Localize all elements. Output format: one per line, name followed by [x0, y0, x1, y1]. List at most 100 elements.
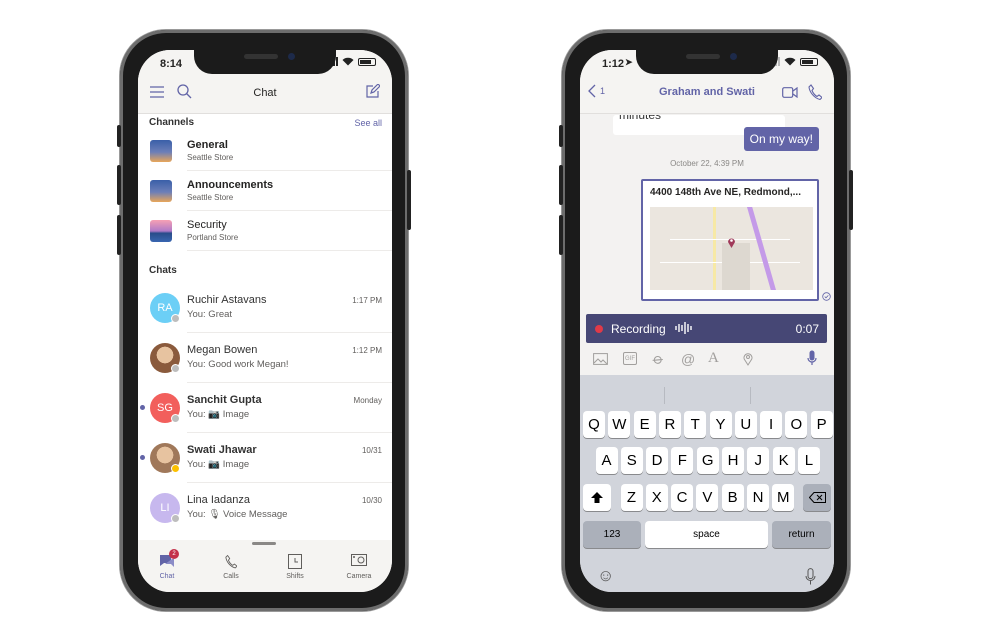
numbers-key[interactable]: 123	[583, 521, 641, 548]
key-x[interactable]: X	[645, 484, 668, 511]
page-title: Chat	[253, 87, 277, 99]
video-icon[interactable]	[782, 87, 798, 98]
key-l[interactable]: L	[797, 447, 820, 474]
waveform-icon	[675, 322, 692, 334]
delete-icon	[808, 492, 826, 503]
camera-icon	[334, 554, 384, 570]
sent-message: On my way!	[743, 127, 819, 151]
channel-item[interactable]: Security Portland Store	[138, 211, 392, 251]
location-card[interactable]: 4400 148th Ave NE, Redmond,...	[641, 179, 819, 301]
presence-indicator	[171, 464, 180, 473]
mention-icon[interactable]: @	[681, 351, 695, 367]
channel-thumbnail	[150, 140, 172, 162]
channel-item[interactable]: General Seattle Store	[138, 131, 392, 171]
tab-calls[interactable]: Calls	[206, 554, 256, 580]
status-time: 1:12	[602, 58, 625, 70]
wifi-icon	[784, 57, 796, 66]
chat-item[interactable]: LI Lina Iadanza You: 🎙 Voice Message 10/…	[138, 483, 392, 533]
chat-time: 1:17 PM	[352, 296, 382, 305]
key-q[interactable]: Q	[583, 411, 605, 438]
key-m[interactable]: M	[772, 484, 795, 511]
key-h[interactable]: H	[722, 447, 744, 474]
phone-icon[interactable]	[808, 84, 822, 100]
key-y[interactable]: Y	[709, 411, 732, 438]
presence-indicator	[171, 414, 180, 423]
conversation-header: 1 Graham and Swati	[580, 76, 834, 114]
gif-icon[interactable]: GIF	[623, 352, 637, 365]
conversation-screen: 1:12 ➤ 1 Graham and Swati minutes On my …	[580, 50, 834, 592]
key-n[interactable]: N	[747, 484, 769, 511]
chat-preview: You: Good work Megan!	[187, 359, 289, 370]
drag-handle[interactable]	[252, 542, 276, 545]
space-key[interactable]: space	[645, 521, 768, 548]
key-f[interactable]: F	[671, 447, 694, 474]
key-s[interactable]: S	[620, 447, 643, 474]
key-j[interactable]: J	[747, 447, 770, 474]
key-d[interactable]: D	[646, 447, 669, 474]
key-u[interactable]: U	[734, 411, 757, 438]
key-k[interactable]: K	[772, 447, 795, 474]
key-t[interactable]: T	[684, 411, 707, 438]
record-dot-icon	[595, 325, 603, 333]
tab-shifts[interactable]: Shifts	[270, 554, 320, 580]
shift-key[interactable]	[583, 484, 611, 511]
phone-icon	[206, 554, 256, 570]
chat-header: Chat	[138, 76, 392, 114]
key-v[interactable]: V	[696, 484, 719, 511]
mic-icon[interactable]	[807, 350, 817, 366]
key-w[interactable]: W	[608, 411, 631, 438]
emoji-icon[interactable]: ☺	[597, 566, 614, 586]
chat-item[interactable]: SG Sanchit Gupta You: 📷 Image Monday	[138, 383, 392, 433]
read-receipt-icon	[822, 292, 831, 301]
tab-label: Calls	[223, 573, 239, 580]
tab-chat[interactable]: 2 Chat	[142, 549, 192, 580]
key-e[interactable]: E	[633, 411, 656, 438]
delete-key[interactable]	[803, 484, 831, 511]
chat-name: Megan Bowen	[187, 344, 258, 356]
key-z[interactable]: Z	[620, 484, 643, 511]
chat-icon: 2	[142, 549, 192, 570]
recording-label: Recording	[611, 322, 666, 336]
chat-time: 10/31	[361, 446, 382, 455]
compose-toolbar: GIF ⌀ @ A	[580, 346, 834, 374]
chat-preview: You: 📷 Image	[187, 409, 250, 420]
key-p[interactable]: P	[810, 411, 833, 438]
message-text: minutes	[619, 115, 662, 122]
recording-bar: Recording 0:07	[586, 314, 827, 343]
chat-item[interactable]: Swati Jhawar You: 📷 Image 10/31	[138, 433, 392, 483]
key-b[interactable]: B	[721, 484, 744, 511]
chat-preview: You: 🎙 Voice Message	[187, 509, 288, 520]
location-icon[interactable]	[743, 352, 753, 366]
image-icon[interactable]	[593, 353, 608, 365]
wifi-icon	[342, 57, 354, 66]
chat-list-screen: 8:14 Chat Channels See all General Seatt…	[138, 50, 392, 592]
key-g[interactable]: G	[696, 447, 719, 474]
location-address: 4400 148th Ave NE, Redmond,...	[650, 187, 801, 198]
tab-label: Shifts	[286, 573, 304, 580]
chat-item[interactable]: Megan Bowen You: Good work Megan! 1:12 P…	[138, 333, 392, 383]
recording-duration: 0:07	[795, 322, 819, 336]
chat-name: Swati Jhawar	[187, 444, 257, 456]
key-r[interactable]: R	[658, 411, 681, 438]
chat-name: Sanchit Gupta	[187, 394, 262, 406]
dictation-mic-icon[interactable]	[805, 568, 816, 585]
tab-label: Chat	[159, 573, 175, 580]
channel-name: Announcements	[187, 179, 274, 191]
left-phone: 8:14 Chat Channels See all General Seatt…	[117, 30, 411, 611]
presence-indicator	[171, 514, 180, 523]
key-i[interactable]: I	[760, 411, 783, 438]
map-image	[650, 207, 813, 290]
format-icon[interactable]: A	[708, 350, 719, 367]
compose-icon[interactable]	[365, 84, 380, 99]
notification-badge: 2	[169, 549, 179, 559]
key-a[interactable]: A	[595, 447, 618, 474]
tab-camera[interactable]: Camera	[334, 554, 384, 580]
return-key[interactable]: return	[772, 521, 831, 548]
key-c[interactable]: C	[671, 484, 694, 511]
chat-preview: You: 📷 Image	[187, 459, 250, 470]
key-o[interactable]: O	[785, 411, 808, 438]
channel-item[interactable]: Announcements Seattle Store	[138, 171, 392, 211]
attach-icon[interactable]: ⌀	[649, 349, 667, 369]
see-all-link[interactable]: See all	[354, 118, 382, 128]
chat-item[interactable]: RA Ruchir Astavans You: Great 1:17 PM	[138, 283, 392, 333]
